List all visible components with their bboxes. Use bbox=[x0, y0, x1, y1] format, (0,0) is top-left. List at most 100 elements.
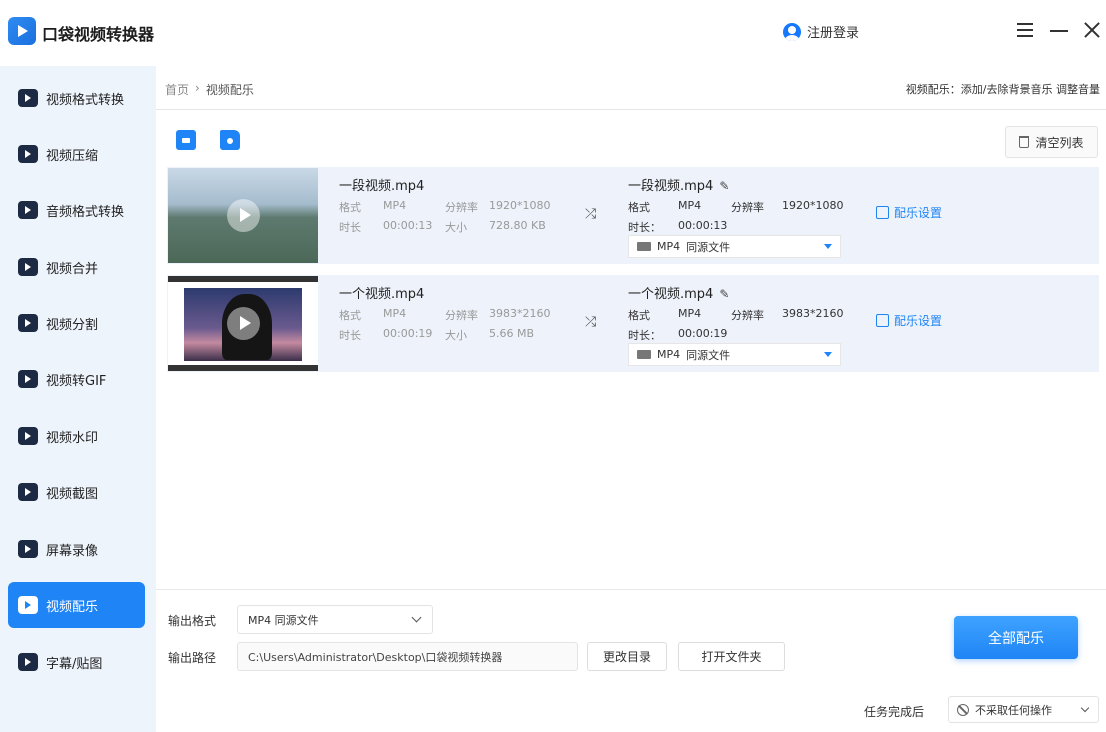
resolution-label: 分辨率 bbox=[445, 309, 478, 322]
after-task-dropdown[interactable]: 不采取任何操作 bbox=[948, 696, 1099, 723]
sidebar-item-label: 视频压缩 bbox=[46, 148, 99, 164]
output-path-value: C:\Users\Administrator\Desktop\口袋视频转换器 bbox=[248, 650, 503, 664]
sidebar-item-video-to-gif[interactable]: 视频转GIF bbox=[8, 356, 145, 402]
duration-label: 时长 bbox=[339, 329, 361, 342]
edit-icon bbox=[876, 314, 889, 327]
format-value: MP4 bbox=[678, 307, 702, 320]
start-all-button[interactable]: 全部配乐 bbox=[954, 616, 1078, 659]
sidebar-item-video-split[interactable]: 视频分割 bbox=[8, 300, 145, 346]
chevron-down-icon bbox=[1080, 703, 1090, 713]
sidebar-item-audio-format-convert[interactable]: 音频格式转换 bbox=[8, 187, 145, 233]
sidebar-item-label: 字幕/贴图 bbox=[46, 656, 103, 672]
user-icon bbox=[783, 22, 801, 41]
duration-label: 时长： bbox=[628, 329, 661, 342]
duration-value: 00:00:13 bbox=[383, 219, 433, 232]
screen-record-icon bbox=[18, 540, 38, 558]
rename-pen-icon[interactable]: ✎ bbox=[719, 287, 729, 301]
format-label: 格式 bbox=[628, 309, 650, 322]
duration-label: 时长： bbox=[628, 221, 661, 234]
convert-arrow-icon: ⤮ bbox=[585, 206, 597, 222]
main-panel: 首页 › 视频配乐 视频配乐：添加/去除背景音乐 调整音量 清空列表 一段视频.… bbox=[156, 66, 1106, 732]
output-path-label: 输出路径 bbox=[168, 651, 217, 665]
source-meta-row-2: 时长 00:00:13 大小 728.80 KB bbox=[339, 219, 546, 235]
music-settings-label: 配乐设置 bbox=[894, 206, 943, 220]
size-label: 大小 bbox=[445, 329, 467, 342]
output-file-name-row: 一个视频.mp4 ✎ bbox=[628, 283, 729, 302]
output-path-field[interactable]: C:\Users\Administrator\Desktop\口袋视频转换器 bbox=[237, 642, 578, 671]
sidebar-item-label: 视频配乐 bbox=[46, 599, 99, 615]
sidebar-item-label: 音频格式转换 bbox=[46, 204, 125, 220]
sidebar-item-label: 视频合并 bbox=[46, 261, 99, 277]
sidebar-item-label: 视频转GIF bbox=[46, 373, 107, 389]
resolution-value: 1920*1080 bbox=[489, 199, 551, 212]
sidebar-item-label: 视频分割 bbox=[46, 317, 99, 333]
rename-pen-icon[interactable]: ✎ bbox=[719, 179, 729, 193]
output-meta-row-1: 格式 MP4 分辨率 1920*1080 bbox=[628, 199, 844, 215]
add-file-icon[interactable] bbox=[176, 130, 196, 150]
sidebar-item-subtitle-sticker[interactable]: 字幕/贴图 bbox=[8, 639, 145, 685]
music-settings-button[interactable]: 配乐设置 bbox=[876, 204, 942, 221]
sidebar-item-video-compress[interactable]: 视频压缩 bbox=[8, 131, 145, 177]
sidebar-item-video-screenshot[interactable]: 视频截图 bbox=[8, 469, 145, 515]
watermark-icon bbox=[18, 427, 38, 445]
output-file-name: 一个视频.mp4 bbox=[628, 287, 714, 302]
format-value: MP4 bbox=[383, 307, 407, 320]
close-button[interactable] bbox=[1080, 18, 1104, 42]
breadcrumb: 首页 › 视频配乐 bbox=[165, 81, 254, 98]
gif-icon bbox=[18, 370, 38, 388]
output-meta-row-2: 时长： 00:00:19 bbox=[628, 327, 727, 343]
output-format-select[interactable]: MP4 同源文件 bbox=[628, 343, 841, 366]
music-settings-button[interactable]: 配乐设置 bbox=[876, 312, 942, 329]
output-format-value: MP4 同源文件 bbox=[248, 613, 319, 627]
login-button[interactable]: 注册登录 bbox=[783, 22, 859, 41]
breadcrumb-home[interactable]: 首页 bbox=[165, 81, 189, 98]
format-label: 格式 bbox=[628, 201, 650, 214]
feature-tip: 视频配乐：添加/去除背景音乐 调整音量 bbox=[905, 83, 1100, 96]
play-icon[interactable] bbox=[227, 199, 260, 232]
video-file-icon bbox=[637, 350, 651, 359]
clear-list-button[interactable]: 清空列表 bbox=[1005, 126, 1098, 158]
format-label: 格式 bbox=[339, 309, 361, 322]
add-folder-icon[interactable] bbox=[220, 130, 240, 150]
chevron-down-icon bbox=[411, 612, 422, 623]
duration-label: 时长 bbox=[339, 221, 361, 234]
menu-button[interactable] bbox=[1013, 18, 1037, 42]
file-row: 一个视频.mp4 格式 MP4 分辨率 3983*2160 时长 00:00:1… bbox=[167, 275, 1099, 372]
source-meta-row-2: 时长 00:00:19 大小 5.66 MB bbox=[339, 327, 534, 343]
resolution-label: 分辨率 bbox=[445, 201, 478, 214]
duration-value: 00:00:19 bbox=[678, 327, 728, 340]
sidebar-item-video-music[interactable]: 视频配乐 bbox=[8, 582, 145, 628]
open-folder-button[interactable]: 打开文件夹 bbox=[678, 642, 785, 671]
source-meta-row-1: 格式 MP4 分辨率 3983*2160 bbox=[339, 307, 551, 323]
video-file-icon bbox=[637, 242, 651, 251]
ban-icon bbox=[957, 703, 969, 716]
video-music-icon bbox=[18, 596, 38, 614]
minimize-button[interactable] bbox=[1047, 18, 1071, 42]
sidebar-item-video-watermark[interactable]: 视频水印 bbox=[8, 413, 145, 459]
video-thumbnail[interactable] bbox=[168, 168, 318, 263]
sidebar-item-video-merge[interactable]: 视频合并 bbox=[8, 244, 145, 290]
edit-icon bbox=[876, 206, 889, 219]
sidebar-item-label: 视频格式转换 bbox=[46, 92, 125, 108]
convert-arrow-icon: ⤮ bbox=[585, 314, 597, 330]
resolution-value: 1920*1080 bbox=[782, 199, 844, 212]
sidebar-item-screen-record[interactable]: 屏幕录像 bbox=[8, 526, 145, 572]
sidebar-item-label: 视频截图 bbox=[46, 486, 99, 502]
duration-value: 00:00:13 bbox=[678, 219, 728, 232]
output-format-dropdown[interactable]: MP4 同源文件 bbox=[237, 605, 433, 634]
play-icon[interactable] bbox=[227, 307, 260, 340]
output-meta-row-2: 时长： 00:00:13 bbox=[628, 219, 727, 235]
change-directory-button[interactable]: 更改目录 bbox=[587, 642, 667, 671]
source-meta-row-1: 格式 MP4 分辨率 1920*1080 bbox=[339, 199, 551, 215]
sidebar-item-video-format-convert[interactable]: 视频格式转换 bbox=[8, 75, 145, 121]
output-format-select[interactable]: MP4 同源文件 bbox=[628, 235, 841, 258]
size-value: 728.80 KB bbox=[489, 219, 546, 232]
duration-value: 00:00:19 bbox=[383, 327, 433, 340]
sidebar-item-label: 屏幕录像 bbox=[46, 543, 99, 559]
video-thumbnail[interactable] bbox=[168, 276, 318, 371]
sidebar-item-label: 视频水印 bbox=[46, 430, 99, 446]
music-settings-label: 配乐设置 bbox=[894, 314, 943, 328]
select-option: 同源文件 bbox=[686, 240, 731, 254]
file-name: 一段视频.mp4 bbox=[339, 179, 425, 194]
resolution-value: 3983*2160 bbox=[782, 307, 844, 320]
